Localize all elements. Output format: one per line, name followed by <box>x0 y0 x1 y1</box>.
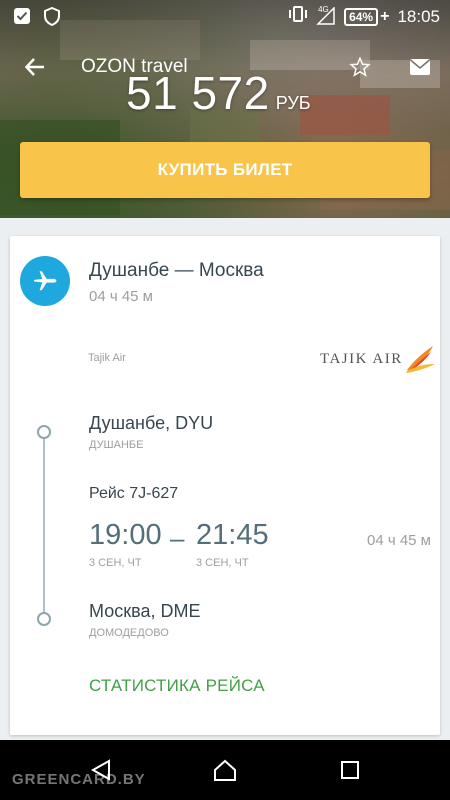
flight-stats-link[interactable]: СТАТИСТИКА РЕЙСА <box>89 676 265 696</box>
nav-back-icon[interactable] <box>88 757 114 783</box>
buy-ticket-button[interactable]: КУПИТЬ БИЛЕТ <box>20 142 430 198</box>
flight-number: Рейс 7J-627 <box>89 485 179 502</box>
arrival-city: Москва, DME <box>89 601 201 621</box>
departure-city: Душанбе, DYU <box>89 413 214 433</box>
departure-date: 3 СЕН, ЧТ <box>89 557 142 569</box>
route-duration: 04 ч 45 м <box>89 288 153 305</box>
arrival-date: 3 СЕН, ЧТ <box>196 557 249 569</box>
battery-level: 64% <box>344 7 379 26</box>
clock: 18:05 <box>397 6 440 26</box>
segment-duration: 04 ч 45 м <box>367 532 431 549</box>
system-nav-bar: GREENCARD.BY <box>0 740 450 800</box>
signal-icon: 4G <box>316 4 336 27</box>
mail-icon[interactable] <box>406 53 434 81</box>
plane-icon <box>20 256 70 306</box>
timeline-line <box>43 438 45 616</box>
airline-logo-text: TAJIK AIR <box>320 350 403 367</box>
vibrate-icon <box>288 5 308 28</box>
nav-recent-icon[interactable] <box>337 757 363 783</box>
ticket-price: 51 572 РУБ <box>126 66 311 120</box>
star-icon[interactable] <box>346 53 374 81</box>
time-separator: – <box>170 523 185 553</box>
nav-home-icon[interactable] <box>212 757 238 783</box>
airline-logo: TAJIK AIR <box>320 344 437 374</box>
arrival-time: 21:45 <box>196 519 269 551</box>
flight-card: Душанбе — Москва 04 ч 45 м Tajik Air TAJ… <box>10 236 440 735</box>
route-title: Душанбе — Москва <box>89 260 264 281</box>
status-bar: 4G 64% + 18:05 <box>0 0 450 32</box>
back-arrow-icon[interactable] <box>20 52 50 82</box>
arrival-airport: ДОМОДЕДОВО <box>89 627 169 639</box>
airline-feather-icon <box>405 346 435 373</box>
airline-name: Tajik Air <box>88 352 126 364</box>
departure-airport: ДУШАНБЕ <box>89 439 144 451</box>
watermark: GREENCARD.BY <box>12 771 146 788</box>
check-icon <box>12 6 32 26</box>
battery-icon: 64% + <box>344 7 389 26</box>
price-amount: 51 572 <box>126 67 270 119</box>
price-currency: РУБ <box>275 93 311 113</box>
network-type: 4G <box>318 4 329 14</box>
departure-dot <box>37 425 51 439</box>
departure-time: 19:00 <box>89 519 162 551</box>
shield-icon <box>42 6 62 26</box>
arrival-dot <box>37 612 51 626</box>
